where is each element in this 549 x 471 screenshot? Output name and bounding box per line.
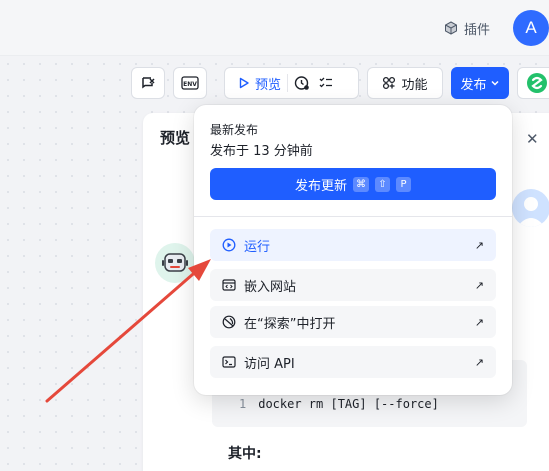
function-icon bbox=[383, 76, 396, 90]
debug-button[interactable] bbox=[131, 67, 165, 99]
user-avatar-button[interactable]: A bbox=[513, 10, 549, 46]
preview-title: 预览 bbox=[160, 129, 191, 147]
publish-button[interactable]: 发布 bbox=[451, 67, 509, 99]
api-label: 访问 API bbox=[244, 356, 295, 372]
avatar-letter: A bbox=[525, 18, 537, 37]
env-button[interactable]: ENV bbox=[173, 67, 207, 99]
embed-label: 嵌入网站 bbox=[244, 279, 297, 295]
external-arrow-icon: ↗ bbox=[474, 355, 484, 369]
close-icon[interactable]: ✕ bbox=[526, 130, 539, 148]
history-button[interactable] bbox=[294, 75, 310, 91]
preview-toolbar-group: 预览 bbox=[224, 67, 359, 99]
user-message-avatar bbox=[512, 189, 549, 227]
embed-icon bbox=[222, 279, 236, 291]
plugin-label: 插件 bbox=[464, 22, 491, 38]
function-label: 功能 bbox=[401, 77, 428, 93]
shortcut-key-cmd: ⌘ bbox=[353, 176, 369, 192]
env-icon: ENV bbox=[181, 76, 199, 90]
chevron-down-icon bbox=[490, 80, 499, 86]
swirl-logo-icon bbox=[527, 73, 547, 93]
code-text: docker rm [TAG] [--force] bbox=[258, 397, 439, 411]
shortcut-key-p: P bbox=[396, 176, 411, 192]
update-button-label: 发布更新 bbox=[294, 178, 347, 194]
app-logo-button[interactable] bbox=[517, 67, 549, 99]
shortcut-key-shift: ⇧ bbox=[375, 176, 390, 192]
play-icon bbox=[239, 77, 249, 89]
robot-face-icon bbox=[162, 253, 188, 272]
publish-label: 发布 bbox=[460, 77, 487, 93]
dropdown-divider bbox=[194, 216, 512, 217]
function-button[interactable]: 功能 bbox=[367, 67, 443, 99]
explore-icon bbox=[222, 315, 236, 329]
plugin-button[interactable]: 插件 bbox=[444, 18, 490, 38]
latest-publish-label: 最新发布 bbox=[210, 123, 259, 137]
chat-check-icon bbox=[142, 77, 155, 89]
checklist-icon bbox=[319, 77, 333, 88]
external-arrow-icon: ↗ bbox=[474, 315, 484, 329]
code-line-number: 1 bbox=[239, 397, 247, 411]
external-arrow-icon: ↗ bbox=[474, 238, 484, 252]
env-label: ENV bbox=[183, 81, 197, 88]
dropdown-item-explore[interactable]: 在“探索”中打开 ↗ bbox=[210, 306, 496, 338]
bot-avatar bbox=[155, 243, 195, 283]
play-circle-icon bbox=[222, 238, 236, 252]
terminal-icon bbox=[222, 356, 236, 368]
published-time: 发布于 13 分钟前 bbox=[210, 144, 313, 159]
publish-update-button[interactable]: 发布更新 ⌘ ⇧ P bbox=[210, 168, 496, 200]
preview-tab-button[interactable]: 预览 bbox=[238, 74, 281, 93]
preview-label: 预览 bbox=[255, 77, 282, 93]
user-silhouette-icon bbox=[517, 197, 545, 227]
external-arrow-icon: ↗ bbox=[474, 278, 484, 292]
clock-check-icon bbox=[294, 76, 309, 90]
dropdown-item-run[interactable]: 运行 ↗ bbox=[210, 229, 496, 261]
explore-label: 在“探索”中打开 bbox=[244, 316, 336, 332]
code-line: 1 docker rm [TAG] [--force] bbox=[239, 397, 439, 411]
run-label: 运行 bbox=[244, 239, 271, 255]
toolbar-divider bbox=[287, 74, 289, 92]
cube-icon bbox=[445, 21, 457, 35]
explanation-heading: 其中: bbox=[228, 446, 262, 462]
dropdown-item-embed[interactable]: 嵌入网站 ↗ bbox=[210, 269, 496, 301]
checklist-button[interactable] bbox=[318, 75, 334, 91]
dropdown-item-api[interactable]: 访问 API ↗ bbox=[210, 346, 496, 378]
